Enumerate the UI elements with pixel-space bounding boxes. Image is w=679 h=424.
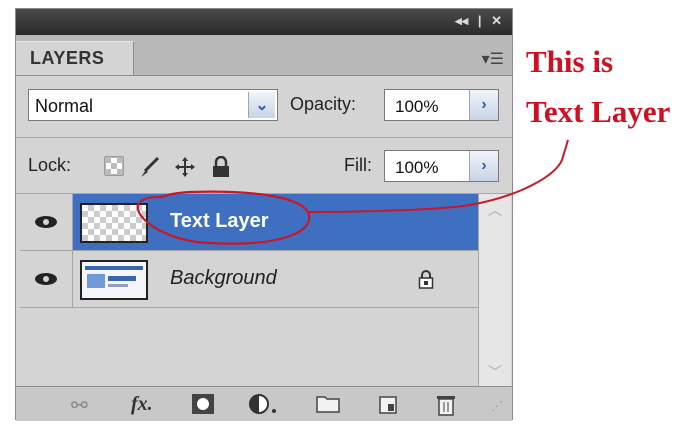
annotation-callout [136, 139, 569, 245]
